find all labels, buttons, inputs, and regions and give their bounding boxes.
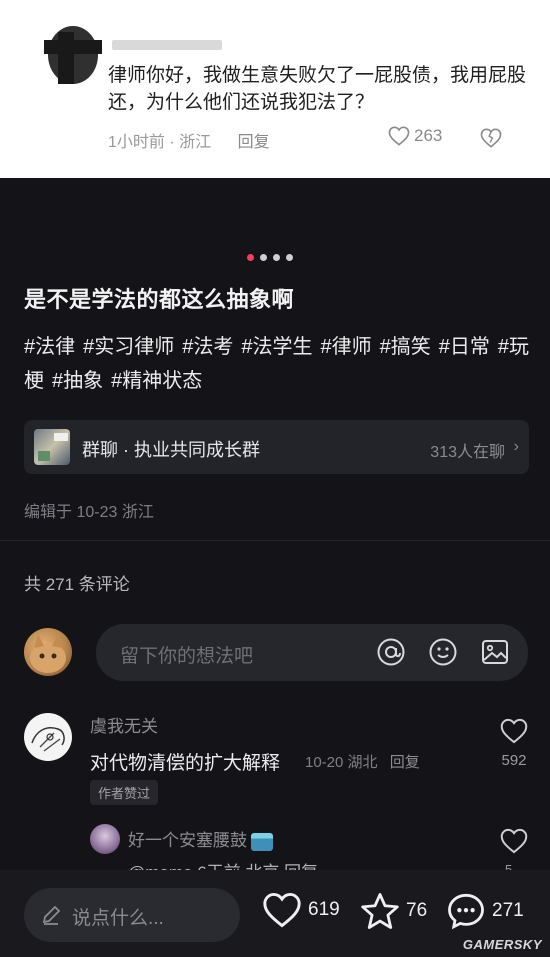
hashtag-link[interactable]: #精神状态	[111, 370, 202, 392]
comment-date-location: 10-20 湖北	[305, 754, 378, 771]
commenter-name[interactable]: 虞我无关	[90, 712, 158, 737]
cat-avatar-image	[30, 634, 66, 673]
sketch-avatar-image	[31, 727, 65, 752]
heart-icon	[263, 892, 301, 928]
hashtag-link[interactable]: #实习律师	[83, 336, 174, 358]
carousel-dot	[286, 254, 293, 261]
pencil-icon	[42, 905, 61, 925]
hashtag-link[interactable]: #抽象	[52, 370, 103, 392]
hashtag-link[interactable]: #律师	[321, 336, 372, 358]
carousel-dot	[260, 254, 267, 261]
quoted-reply-button[interactable]: 回复	[238, 134, 270, 151]
comment-text: 对代物清偿的扩大解释	[90, 753, 281, 774]
quoted-like-button[interactable]: 263	[388, 126, 442, 146]
image-icon[interactable]	[480, 637, 510, 667]
broken-heart-icon	[480, 128, 502, 148]
group-chat-card[interactable]: 群聊 · 执业共同成长群 313人在聊 ›	[24, 420, 529, 474]
bottom-action-bar: 说点什么... 619 76 271 GAMERSKY	[0, 870, 550, 957]
comment-input[interactable]: 留下你的想法吧	[96, 624, 528, 681]
post-comment-button[interactable]: 271	[446, 892, 524, 930]
comment-reply-button[interactable]: 回复	[390, 754, 420, 771]
quoted-comment-card: 律师你好，我做生意失败欠了一屁股债，我用屁股还，为什么他们还说我犯法了？ 1小时…	[0, 0, 550, 178]
commenter-avatar[interactable]	[24, 713, 72, 761]
reply-avatar[interactable]	[90, 824, 120, 854]
redacted-username	[112, 40, 222, 50]
watermark-logo: GAMERSKY	[462, 937, 542, 952]
post-favorite-button[interactable]: 76	[360, 892, 427, 930]
post-edited-info: 编辑于 10-23 浙江	[24, 504, 154, 521]
author-liked-badge: 作者赞过	[90, 780, 159, 805]
say-something-placeholder: 说点什么...	[72, 908, 164, 929]
reply-like-button[interactable]	[498, 828, 530, 859]
carousel-dot	[273, 254, 280, 261]
post-title: 是不是学法的都这么抽象啊	[24, 287, 295, 312]
dislike-button[interactable]	[480, 128, 502, 153]
current-user-avatar	[24, 628, 72, 676]
group-chat-name: 群聊 · 执业共同成长群	[82, 440, 260, 460]
hashtag-link[interactable]: #搞笑	[380, 336, 431, 358]
carousel-dot	[247, 254, 254, 261]
comment-like-count: 592	[501, 752, 527, 769]
post-like-count: 619	[308, 899, 340, 920]
comment-meta: 10-20 湖北 回复	[305, 751, 420, 772]
star-icon	[361, 893, 399, 929]
group-chat-online-count: 313人在聊	[430, 444, 505, 461]
quoted-comment-text: 律师你好，我做生意失败欠了一屁股债，我用屁股还，为什么他们还说我犯法了？	[108, 65, 527, 113]
reply-author-name[interactable]: 好一个安塞腰鼓	[128, 831, 247, 850]
chevron-right-icon: ›	[513, 438, 519, 455]
comment-input-tools	[376, 637, 510, 667]
hashtag-link[interactable]: #法律	[24, 336, 75, 358]
say-something-input[interactable]: 说点什么...	[24, 888, 240, 942]
comment-count-header: 共 271 条评论	[24, 575, 130, 594]
emoji-icon[interactable]	[428, 637, 458, 667]
post-comment-count: 271	[492, 900, 524, 921]
post-favorite-count: 76	[406, 900, 428, 921]
hashtag-link[interactable]: #法学生	[241, 336, 312, 358]
redacted-avatar	[44, 26, 102, 84]
quoted-comment-time: 1小时前 · 浙江	[108, 134, 212, 151]
drum-emoji-icon	[251, 832, 273, 851]
comment-input-placeholder: 留下你的想法吧	[120, 646, 254, 667]
comment-like-button[interactable]	[498, 718, 530, 749]
post-like-button[interactable]: 619	[262, 892, 340, 928]
quoted-like-count: 263	[414, 126, 443, 145]
heart-icon	[388, 126, 410, 146]
hashtag-link[interactable]: #日常	[439, 336, 490, 358]
hashtag-link[interactable]: #法考	[182, 336, 233, 358]
quoted-comment-meta: 1小时前 · 浙江 回复	[108, 128, 270, 152]
at-mention-icon[interactable]	[376, 637, 406, 667]
heart-icon	[500, 718, 528, 744]
post-tags: #法律 #实习律师 #法考 #法学生 #律师 #搞笑 #日常 #玩梗 #抽象 #精神状态	[24, 330, 529, 398]
reply-author-row: 好一个安塞腰鼓	[128, 826, 273, 851]
heart-icon	[500, 828, 528, 854]
group-chat-thumbnail	[34, 429, 70, 465]
section-divider	[0, 540, 550, 541]
carousel-indicator	[247, 254, 293, 261]
comment-bubble-icon	[448, 893, 484, 930]
